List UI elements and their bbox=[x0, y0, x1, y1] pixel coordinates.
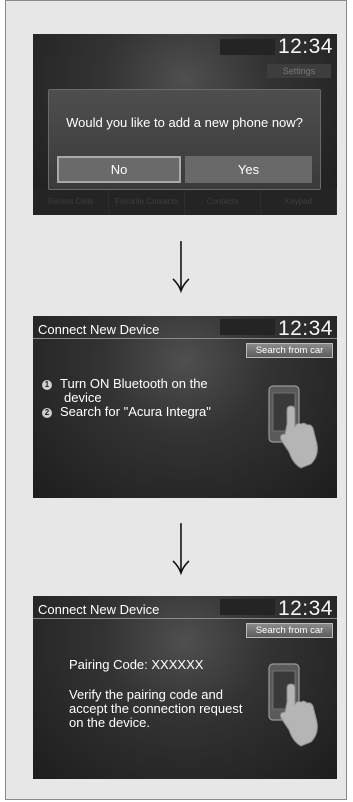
search-from-car-button[interactable]: Search from car bbox=[246, 623, 333, 638]
connect-device-screen: Connect New Device 12:34 Search from car… bbox=[33, 316, 337, 498]
dialog-message: Would you like to add a new phone now? bbox=[66, 115, 303, 130]
pairing-code: Pairing Code: XXXXXX bbox=[69, 657, 204, 672]
no-button[interactable]: No bbox=[57, 156, 181, 183]
contacts-button[interactable]: Contacts bbox=[185, 188, 261, 215]
favorite-contacts-button[interactable]: Favorite Contacts bbox=[109, 188, 185, 215]
phone-menu-bar: Recent Calls Favorite Contacts Contacts … bbox=[33, 188, 337, 215]
illustration-frame: 12:34 Settings Recent Calls Favorite Con… bbox=[5, 0, 347, 800]
screen-title: Connect New Device bbox=[38, 322, 160, 337]
status-box bbox=[220, 599, 275, 615]
recent-calls-button[interactable]: Recent Calls bbox=[33, 188, 109, 215]
down-arrow-icon bbox=[172, 241, 190, 294]
status-box bbox=[220, 319, 275, 335]
clock: 12:34 bbox=[277, 35, 333, 58]
search-from-car-button[interactable]: Search from car bbox=[246, 343, 333, 358]
step-1-text: Turn ON Bluetooth on the bbox=[60, 376, 208, 391]
phone-touch-icon bbox=[268, 385, 318, 469]
down-arrow-icon bbox=[172, 523, 190, 576]
instruction-line-3: on the device. bbox=[69, 715, 150, 730]
step-1: 1 Turn ON Bluetooth on the device bbox=[42, 377, 208, 405]
add-phone-dialog: Would you like to add a new phone now? N… bbox=[48, 89, 321, 190]
step-1-text-cont: device bbox=[64, 390, 102, 405]
add-phone-screen: 12:34 Settings Recent Calls Favorite Con… bbox=[33, 34, 337, 215]
screen-title: Connect New Device bbox=[38, 602, 160, 617]
title-divider bbox=[33, 338, 337, 339]
title-divider bbox=[33, 618, 337, 619]
settings-button[interactable]: Settings bbox=[267, 64, 331, 78]
instruction-line-1: Verify the pairing code and bbox=[69, 687, 223, 702]
phone-touch-icon bbox=[268, 663, 318, 747]
keypad-button[interactable]: Keypad bbox=[261, 188, 337, 215]
step-1-number: 1 bbox=[42, 380, 52, 390]
step-2: 2 Search for "Acura Integra" bbox=[42, 405, 211, 419]
step-2-text: Search for "Acura Integra" bbox=[60, 404, 211, 419]
instruction-line-2: accept the connection request bbox=[69, 701, 243, 716]
status-box bbox=[220, 39, 275, 55]
step-2-number: 2 bbox=[42, 408, 52, 418]
pairing-code-screen: Connect New Device 12:34 Search from car… bbox=[33, 596, 337, 779]
yes-button[interactable]: Yes bbox=[185, 156, 312, 183]
